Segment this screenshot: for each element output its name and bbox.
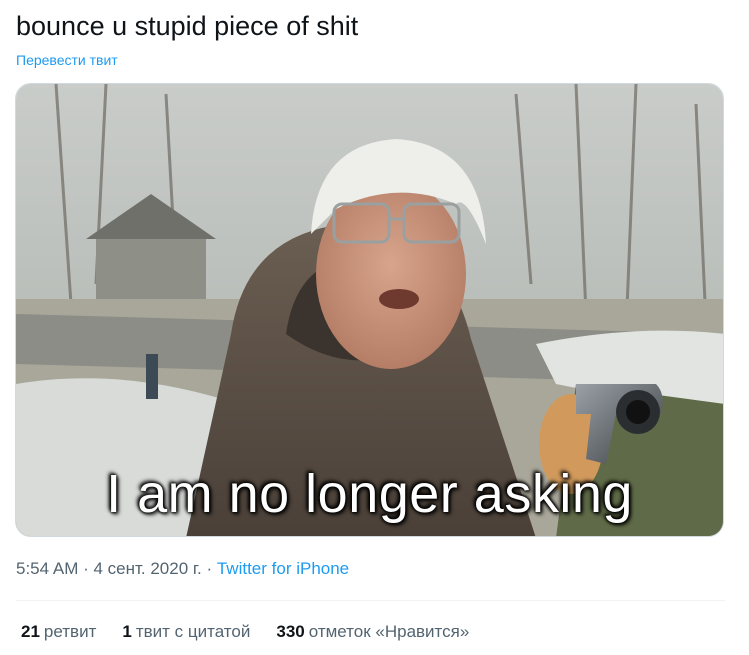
likes-count: 330 <box>276 622 305 641</box>
quote-tweets-stat[interactable]: 1 твит с цитатой <box>122 621 250 643</box>
meme-caption: I am no longer asking <box>106 464 633 524</box>
retweets-label: ретвит <box>43 622 97 641</box>
tweet-stats: 21 ретвит 1 твит с цитатой 330 отметок «Нра… <box>21 621 469 643</box>
tweet-source-link[interactable]: Twitter for iPhone <box>217 559 349 578</box>
quotes-label: твит с цитатой <box>135 622 251 641</box>
tweet-timestamp[interactable]: 5:54 AM <box>16 559 78 578</box>
divider <box>16 600 725 601</box>
tweet-meta: 5:54 AM · 4 сент. 2020 г. · Twitter for … <box>16 558 349 580</box>
meta-separator: · <box>78 559 94 578</box>
tweet-date[interactable]: 4 сент. 2020 г. <box>93 559 201 578</box>
likes-label: отметок «Нравится» <box>308 622 470 641</box>
tweet-media-image[interactable]: I am no longer asking <box>15 83 724 537</box>
meta-separator: · <box>201 559 217 578</box>
retweets-stat[interactable]: 21 ретвит <box>21 621 96 643</box>
translate-tweet-link[interactable]: Перевести твит <box>16 50 118 70</box>
likes-stat[interactable]: 330 отметок «Нравится» <box>276 621 469 643</box>
tweet-text: bounce u stupid piece of shit <box>16 11 359 41</box>
quotes-count: 1 <box>122 622 132 641</box>
retweets-count: 21 <box>21 622 40 641</box>
